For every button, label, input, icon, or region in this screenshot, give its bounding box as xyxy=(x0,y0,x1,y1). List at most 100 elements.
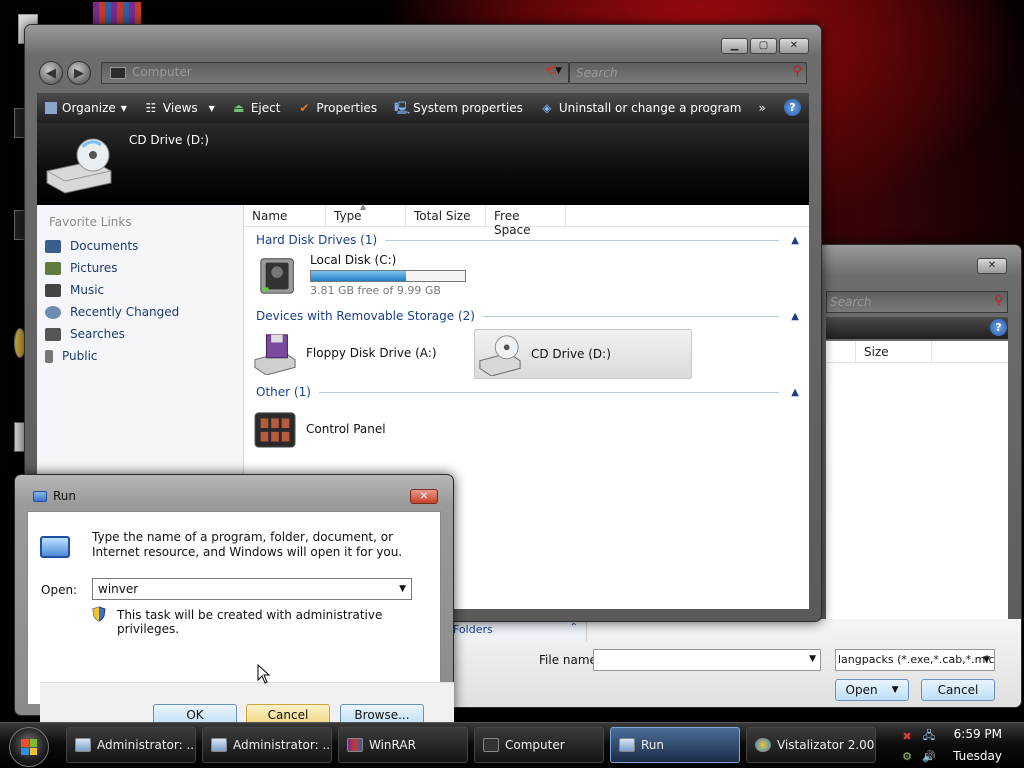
forward-button[interactable]: ▶ xyxy=(67,61,91,85)
favorite-link-documents[interactable]: Documents xyxy=(37,235,243,257)
cmd-icon xyxy=(211,738,227,752)
help-icon[interactable]: ? xyxy=(784,99,801,116)
taskbar-button-winrar[interactable]: WinRAR xyxy=(338,727,468,763)
close-button[interactable]: ✕ xyxy=(779,38,809,54)
taskbar-button-label: Vistalizator 2.00 xyxy=(777,738,875,752)
collapse-icon[interactable]: ▲ xyxy=(791,387,799,398)
mouse-cursor-icon xyxy=(257,664,271,684)
views-button[interactable]: ☷ Views ▼ xyxy=(144,101,224,115)
search-icon[interactable]: ⚲ xyxy=(792,64,802,79)
group-other[interactable]: Other (1) ▲ xyxy=(256,383,799,401)
maximize-button[interactable]: ▢ xyxy=(750,38,777,54)
taskbar-button-admin-2[interactable]: Administrator: ... xyxy=(202,727,332,763)
address-bar[interactable]: Computer ▼ xyxy=(101,62,569,84)
uninstall-button[interactable]: ◈ Uninstall or change a program xyxy=(540,101,751,115)
col-total-size[interactable]: Total Size xyxy=(406,205,486,227)
minimize-button[interactable]: ▁ xyxy=(721,38,748,54)
control-panel-icon xyxy=(254,412,296,448)
group-hard-disk-drives[interactable]: Hard Disk Drives (1) ▲ xyxy=(256,231,799,249)
file-type-value: langpacks (*.exe,*.cab,*.mlc) xyxy=(838,653,995,666)
col-name[interactable]: Name xyxy=(244,205,326,227)
split-arrow-icon[interactable]: ▼ xyxy=(892,685,899,695)
start-button[interactable] xyxy=(9,727,49,767)
file-type-select[interactable]: langpacks (*.exe,*.cab,*.mlc) ▼ xyxy=(835,649,995,671)
col-free-space[interactable]: Free Space xyxy=(486,205,566,237)
organize-icon xyxy=(45,102,57,114)
favorite-links-heading: Favorite Links xyxy=(49,215,132,229)
search-icon[interactable]: ⚲ xyxy=(994,293,1003,307)
properties-button[interactable]: ✔ Properties xyxy=(297,101,386,115)
run-close-button[interactable]: ✕ xyxy=(410,489,438,504)
winrar-desktop-icon[interactable] xyxy=(93,2,141,24)
preview-title: CD Drive (D:) xyxy=(129,133,209,147)
open-dialog-search-input[interactable]: Search ⚲ xyxy=(826,291,1008,313)
dropdown-arrow-icon[interactable]: ▼ xyxy=(399,584,406,594)
winrar-icon xyxy=(347,738,363,752)
open-dialog-cancel-button[interactable]: Cancel xyxy=(921,679,995,701)
favorite-link-pictures[interactable]: Pictures xyxy=(37,257,243,279)
searches-icon xyxy=(45,327,61,341)
recent-icon xyxy=(45,305,61,319)
clock-time[interactable]: 6:59 PM xyxy=(954,727,1002,741)
run-command-input[interactable]: winver ▼ xyxy=(92,578,412,600)
open-dialog-close-button[interactable]: ✕ xyxy=(977,258,1007,274)
dropdown-arrow-icon[interactable]: ▼ xyxy=(809,654,816,664)
organize-button[interactable]: Organize ▼ xyxy=(45,101,136,115)
local-disk-details: Local Disk (C:) 3.81 GB free of 9.99 GB xyxy=(310,253,466,297)
computer-icon xyxy=(483,738,499,752)
local-disk-c[interactable]: Local Disk (C:) 3.81 GB free of 9.99 GB xyxy=(256,253,466,297)
eject-label: Eject xyxy=(250,101,281,115)
taskbar-button-admin-1[interactable]: Administrator: ... xyxy=(66,727,196,763)
favorite-link-searches[interactable]: Searches xyxy=(37,323,243,345)
network-icon[interactable]: 🖧 xyxy=(922,729,936,743)
collapse-icon[interactable]: ▲ xyxy=(791,311,799,322)
floppy-drive-a[interactable]: Floppy Disk Drive (A:) xyxy=(252,329,462,377)
taskbar-button-run[interactable]: Run xyxy=(610,727,740,763)
organize-label: Organize xyxy=(62,101,116,115)
favorite-link-label: Music xyxy=(70,283,105,297)
eject-button[interactable]: ⏏ Eject xyxy=(232,101,290,115)
safely-remove-icon[interactable]: ⚙ xyxy=(900,749,914,763)
clock-day[interactable]: Tuesday xyxy=(953,749,1002,763)
open-button[interactable]: Open ▼ xyxy=(835,679,909,701)
cd-drive-d[interactable]: CD Drive (D:) xyxy=(474,329,692,379)
favorite-link-public[interactable]: Public xyxy=(37,345,243,367)
search-placeholder: Search xyxy=(576,66,618,80)
dropdown-arrow-icon[interactable]: ▼ xyxy=(983,655,990,665)
favorite-link-label: Public xyxy=(62,349,98,363)
volume-icon[interactable]: 🔊 xyxy=(922,749,936,763)
open-dialog-col-size[interactable]: Size xyxy=(856,341,932,363)
system-properties-button[interactable]: 🖳 System properties xyxy=(394,101,532,115)
group-divider xyxy=(385,239,780,241)
open-dialog-bottom-panel: Folders ⌃ File name: ▼ langpacks (*.exe,… xyxy=(441,619,1021,707)
run-description: Type the name of a program, folder, docu… xyxy=(92,530,403,559)
refresh-icon[interactable]: ⟲ xyxy=(545,63,557,79)
cmd-icon xyxy=(75,738,91,752)
taskbar-button-computer[interactable]: Computer xyxy=(474,727,604,763)
col-type[interactable]: ▲ Type xyxy=(326,202,406,227)
address-text: Computer xyxy=(132,65,192,79)
folders-toggle-bar[interactable]: Folders ⌃ xyxy=(441,619,587,641)
help-icon[interactable]: ? xyxy=(990,319,1007,336)
more-commands-button[interactable]: » xyxy=(758,101,774,115)
chevron-down-icon: ▼ xyxy=(208,103,215,113)
open-dialog-file-list: Size xyxy=(826,341,1008,641)
back-button[interactable]: ◀ xyxy=(39,61,63,85)
open-dialog-col-spacer xyxy=(826,341,856,363)
chevron-up-icon[interactable]: ⌃ xyxy=(570,622,578,633)
group-removable-storage[interactable]: Devices with Removable Storage (2) ▲ xyxy=(256,307,799,325)
taskbar-button-vistalizator[interactable]: Vistalizator 2.00 xyxy=(746,727,876,763)
collapse-icon[interactable]: ▲ xyxy=(791,235,799,246)
open-dialog-column-header: Size xyxy=(826,341,1008,363)
control-panel-item[interactable]: Control Panel xyxy=(252,407,386,451)
system-properties-icon: 🖳 xyxy=(394,101,411,115)
security-alert-icon[interactable]: ✖ xyxy=(900,729,914,743)
file-name-input[interactable]: ▼ xyxy=(593,649,821,671)
favorite-link-music[interactable]: Music xyxy=(37,279,243,301)
search-input[interactable]: Search ⚲ xyxy=(569,62,807,84)
run-command-value: winver xyxy=(98,582,139,596)
favorite-link-recently-changed[interactable]: Recently Changed xyxy=(37,301,243,323)
folders-label: Folders xyxy=(453,623,493,636)
disk-usage-fill xyxy=(311,271,407,281)
favorite-link-label: Searches xyxy=(70,327,125,341)
